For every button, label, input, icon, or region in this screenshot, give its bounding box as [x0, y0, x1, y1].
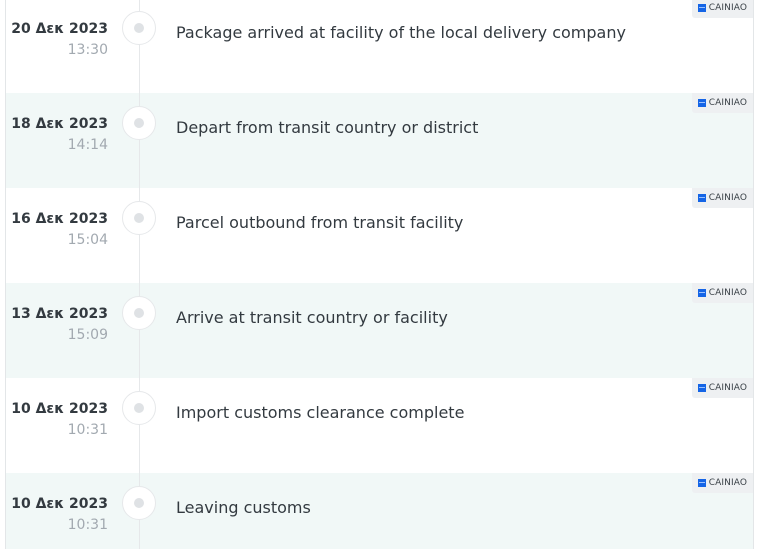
carrier-name: CAINIAO: [708, 288, 747, 298]
timeline-event: 10 Δεκ 2023 10:31 Import customs clearan…: [6, 378, 753, 473]
carrier-badge: CAINIAO: [691, 473, 753, 493]
event-date: 20 Δεκ 2023: [11, 21, 108, 37]
timeline-event: 13 Δεκ 2023 15:09 Arrive at transit coun…: [6, 283, 753, 378]
event-time: 15:04: [67, 232, 108, 248]
timeline-dot-icon: [122, 391, 156, 425]
event-date: 16 Δεκ 2023: [11, 211, 108, 227]
event-date: 13 Δεκ 2023: [11, 306, 108, 322]
carrier-badge: CAINIAO: [691, 378, 753, 398]
carrier-badge: CAINIAO: [691, 283, 753, 303]
event-time: 10:31: [67, 517, 108, 533]
timeline-dot-icon: [122, 106, 156, 140]
timeline-line: [139, 0, 140, 549]
cainiao-logo-icon: [697, 384, 706, 392]
timeline-dot-icon: [122, 201, 156, 235]
event-date: 10 Δεκ 2023: [11, 401, 108, 417]
timeline-dot-icon: [122, 296, 156, 330]
event-description: Package arrived at facility of the local…: [176, 23, 626, 42]
cainiao-logo-icon: [697, 4, 706, 12]
carrier-badge: CAINIAO: [691, 93, 753, 113]
carrier-name: CAINIAO: [708, 3, 747, 13]
timeline-dot-icon: [122, 486, 156, 520]
carrier-badge: CAINIAO: [691, 188, 753, 208]
cainiao-logo-icon: [697, 99, 706, 107]
event-time: 15:09: [67, 327, 108, 343]
event-description: Arrive at transit country or facility: [176, 308, 448, 327]
carrier-name: CAINIAO: [708, 383, 747, 393]
carrier-name: CAINIAO: [708, 193, 747, 203]
event-time: 10:31: [67, 422, 108, 438]
event-date: 10 Δεκ 2023: [11, 496, 108, 512]
timeline-event: 18 Δεκ 2023 14:14 Depart from transit co…: [6, 93, 753, 188]
event-description: Depart from transit country or district: [176, 118, 479, 137]
event-time: 13:30: [67, 42, 108, 58]
event-date: 18 Δεκ 2023: [11, 116, 108, 132]
carrier-name: CAINIAO: [708, 478, 747, 488]
event-description: Parcel outbound from transit facility: [176, 213, 464, 232]
cainiao-logo-icon: [697, 289, 706, 297]
carrier-badge: CAINIAO: [691, 0, 753, 18]
cainiao-logo-icon: [697, 194, 706, 202]
timeline-event: 16 Δεκ 2023 15:04 Parcel outbound from t…: [6, 188, 753, 283]
event-time: 14:14: [67, 137, 108, 153]
timeline-event: 20 Δεκ 2023 13:30 Package arrived at fac…: [6, 0, 753, 93]
event-description: Leaving customs: [176, 498, 311, 517]
timeline-dot-icon: [122, 11, 156, 45]
tracking-timeline: 20 Δεκ 2023 13:30 Package arrived at fac…: [5, 0, 754, 549]
cainiao-logo-icon: [697, 479, 706, 487]
event-description: Import customs clearance complete: [176, 403, 465, 422]
carrier-name: CAINIAO: [708, 98, 747, 108]
timeline-event: 10 Δεκ 2023 10:31 Leaving customs CAINIA…: [6, 473, 753, 549]
